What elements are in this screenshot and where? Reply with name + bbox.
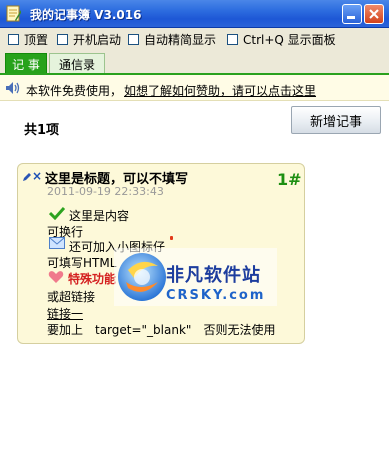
heart-icon: [48, 271, 64, 283]
minimize-button[interactable]: [342, 4, 362, 24]
note-html-line: 可填写HTML: [47, 256, 117, 270]
note-target-line: 要加上 target="_blank" 否则无法使用: [47, 323, 276, 337]
autostart-checkbox[interactable]: [57, 33, 68, 45]
option-hotkey[interactable]: Ctrl+Q 显示面板: [227, 31, 336, 47]
option-label: 顶置: [24, 32, 49, 47]
note-content-line: 这里是内容: [69, 209, 130, 223]
small-flag-icon: [170, 236, 173, 240]
option-pin-top[interactable]: 顶置: [8, 31, 48, 47]
note-link-one[interactable]: 链接一: [47, 305, 83, 322]
option-label: 开机启动: [73, 32, 122, 47]
delete-icon[interactable]: ×: [32, 169, 42, 183]
option-autostart[interactable]: 开机启动: [57, 31, 121, 47]
notebook-icon: [6, 5, 21, 22]
close-icon: [369, 9, 379, 19]
notice-text: 本软件免费使用，: [26, 84, 123, 98]
item-count: 共1项: [24, 123, 60, 138]
note-number: 1#: [277, 170, 302, 189]
option-label: Ctrl+Q 显示面板: [243, 32, 336, 47]
options-bar: 顶置 开机启动 自动精简显示 Ctrl+Q 显示面板: [0, 28, 389, 50]
compact-checkbox[interactable]: [128, 33, 139, 45]
note-special-line: 特殊功能: [68, 272, 117, 286]
hotkey-checkbox[interactable]: [227, 33, 238, 45]
option-compact[interactable]: 自动精简显示: [128, 31, 216, 47]
close-button[interactable]: [364, 4, 384, 24]
tab-notes[interactable]: 记 事: [5, 53, 47, 74]
new-note-button[interactable]: 新增记事: [291, 106, 381, 134]
notice-bar: 本软件免费使用， 如想了解如何赞助，请可以点击这里: [0, 75, 389, 101]
check-icon: [49, 206, 65, 220]
speaker-icon: [6, 82, 20, 94]
note-date: 2011-09-19 22:33:43: [47, 185, 164, 198]
note-link-intro: 或超链接: [47, 290, 96, 304]
tab-strip: 记 事 通信录: [0, 50, 389, 74]
pin-top-checkbox[interactable]: [8, 33, 19, 45]
tab-contacts[interactable]: 通信录: [49, 53, 105, 74]
mail-icon: [49, 237, 65, 249]
sponsor-link[interactable]: 如想了解如何赞助，请可以点击这里: [124, 82, 316, 99]
option-label: 自动精简显示: [144, 32, 217, 47]
watermark-domain: CRSKY.com: [166, 288, 266, 303]
minimize-icon: [347, 16, 355, 19]
window-title: 我的记事簿 V3.016: [30, 8, 142, 22]
watermark-name: 非凡软件站: [166, 265, 261, 286]
edit-icon[interactable]: [22, 172, 32, 182]
title-bar: 我的记事簿 V3.016: [0, 0, 389, 28]
